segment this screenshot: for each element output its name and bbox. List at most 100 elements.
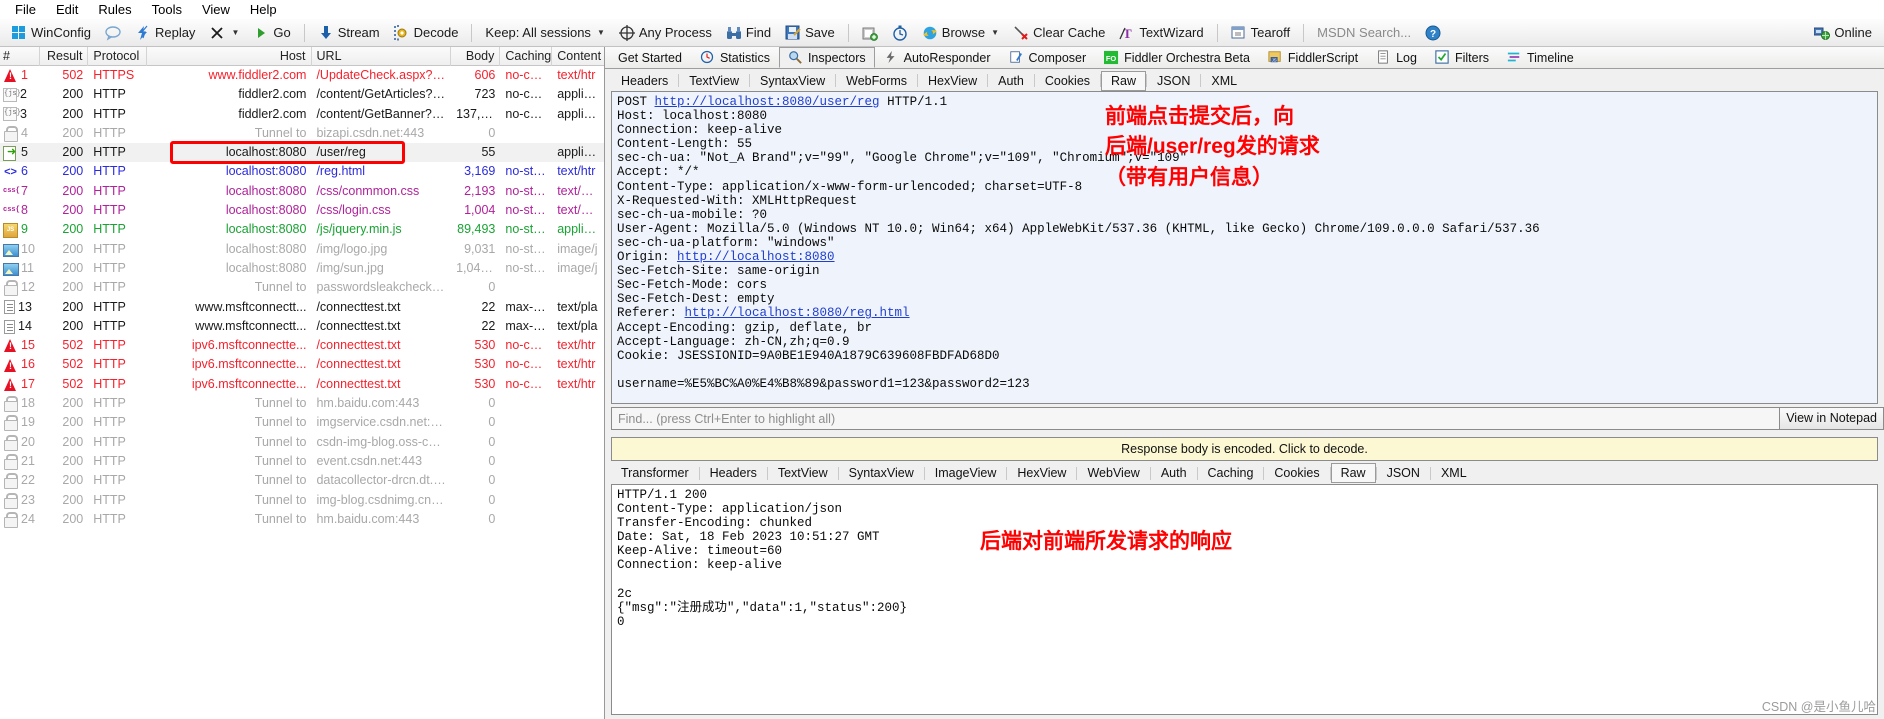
table-row[interactable]: JS 9 200 HTTP localhost:8080/js/jquery.min.j…: [0, 220, 604, 239]
menu-item-file[interactable]: File: [6, 0, 45, 19]
subtab-request_tabs-xml[interactable]: XML: [1201, 71, 1247, 91]
go-button[interactable]: Go: [247, 21, 296, 44]
table-row[interactable]: 4 200 HTTP Tunnel to bizapi.csdn.net:443 0: [0, 124, 604, 143]
table-row[interactable]: 20 200 HTTP Tunnel to csdn-img-blog.oss-cn-b…: [0, 433, 604, 452]
table-row[interactable]: 13 200 HTTP www.msftconnectt... /connecttest…: [0, 298, 604, 317]
request-url-link[interactable]: http://localhost:8080/user/reg: [655, 95, 880, 109]
subtab-request_tabs-textview[interactable]: TextView: [679, 71, 749, 91]
clear-cache-button[interactable]: Clear Cache: [1007, 21, 1111, 44]
table-row[interactable]: {js} 2 200 HTTP fiddler2.com/content/GetArti…: [0, 85, 604, 104]
column-header-number[interactable]: #: [0, 47, 40, 66]
column-header-content[interactable]: Content: [552, 47, 604, 66]
subtab-response_tabs-textview[interactable]: TextView: [768, 463, 838, 483]
subtab-response_tabs-transformer[interactable]: Transformer: [611, 463, 699, 483]
online-status-button[interactable]: Online: [1808, 21, 1878, 44]
keep-sessions-dropdown[interactable]: Keep: All sessions ▼: [479, 21, 610, 44]
msdn-search-field[interactable]: MSDN Search...: [1311, 21, 1417, 44]
tab-autoresponder[interactable]: AutoResponder: [875, 47, 1000, 68]
timer-button[interactable]: [886, 21, 914, 44]
subtab-request_tabs-headers[interactable]: Headers: [611, 71, 678, 91]
tab-fiddlerscript[interactable]: JS FiddlerScript: [1259, 47, 1367, 68]
table-row[interactable]: css{7 200 HTTP localhost:8080/css/conmmon.c…: [0, 182, 604, 201]
table-row[interactable]: <> 6 200 HTTP localhost:8080/reg.html 3,169 no…: [0, 162, 604, 181]
table-row[interactable]: 23 200 HTTP Tunnel to img-blog.csdnimg.cn:44…: [0, 491, 604, 510]
screenshot-button[interactable]: [856, 21, 884, 44]
save-button[interactable]: Save: [779, 21, 841, 44]
table-row[interactable]: 1 502 HTTPS www.fiddler2.com/UpdateCheck.as…: [0, 66, 604, 85]
browse-dropdown-caret[interactable]: ▼: [991, 28, 999, 37]
subtab-response_tabs-webview[interactable]: WebView: [1077, 463, 1149, 483]
column-header-host[interactable]: Host: [147, 47, 312, 66]
session-rows[interactable]: 1502HTTPSwww.fiddler2.com/UpdateCheck.as…: [0, 66, 604, 529]
tab-timeline[interactable]: Timeline: [1498, 47, 1583, 68]
tearoff-button[interactable]: Tearoff: [1225, 21, 1297, 44]
subtab-request_tabs-auth[interactable]: Auth: [988, 71, 1034, 91]
table-row[interactable]: 14 200 HTTP www.msftconnectt... /connecttest…: [0, 317, 604, 336]
menu-item-view[interactable]: View: [193, 0, 239, 19]
table-row[interactable]: 21 200 HTTP Tunnel to event.csdn.net:443 0: [0, 452, 604, 471]
subtab-request_tabs-hexview[interactable]: HexView: [918, 71, 987, 91]
help-button[interactable]: ?: [1419, 21, 1447, 44]
tab-log[interactable]: Log: [1367, 47, 1426, 68]
subtab-request_tabs-syntaxview[interactable]: SyntaxView: [750, 71, 835, 91]
response-encoded-notice[interactable]: Response body is encoded. Click to decod…: [611, 437, 1878, 461]
table-row[interactable]: 19 200 HTTP Tunnel to imgservice.csdn.net:44…: [0, 413, 604, 432]
request-referer-link[interactable]: http://localhost:8080/reg.html: [685, 306, 910, 320]
subtab-response_tabs-auth[interactable]: Auth: [1151, 463, 1197, 483]
subtab-response_tabs-xml[interactable]: XML: [1431, 463, 1477, 483]
inspector-main-tabs[interactable]: Get Started Statistics Inspectors AutoRespo…: [605, 47, 1884, 69]
menu-item-tools[interactable]: Tools: [143, 0, 191, 19]
table-row[interactable]: 15 502 HTTP ipv6.msftconnectte... /connectte…: [0, 336, 604, 355]
browse-button[interactable]: Browse ▼: [916, 21, 1005, 44]
subtab-response_tabs-json[interactable]: JSON: [1377, 463, 1430, 483]
response-raw-view[interactable]: HTTP/1.1 200 Content-Type: application/j…: [611, 484, 1878, 715]
column-header-caching[interactable]: Caching: [500, 47, 553, 66]
subtab-response_tabs-imageview[interactable]: ImageView: [925, 463, 1007, 483]
subtab-response_tabs-hexview[interactable]: HexView: [1007, 463, 1076, 483]
column-header-body[interactable]: Body: [451, 47, 501, 66]
remove-dropdown-caret[interactable]: ▼: [231, 28, 239, 37]
replay-button[interactable]: Replay: [129, 21, 201, 44]
response-inspector-tabs[interactable]: Transformer Headers TextView SyntaxView Imag…: [611, 462, 1878, 484]
menu-item-edit[interactable]: Edit: [47, 0, 87, 19]
subtab-response_tabs-cookies[interactable]: Cookies: [1264, 463, 1329, 483]
remove-button[interactable]: ▼: [203, 21, 245, 44]
any-process-button[interactable]: Any Process: [613, 21, 718, 44]
find-input[interactable]: [612, 408, 1877, 429]
session-list-panel[interactable]: # Result Protocol Host URL Body Caching …: [0, 47, 605, 719]
request-raw-view[interactable]: POST http://localhost:8080/user/reg HTTP…: [611, 91, 1878, 404]
table-row[interactable]: 18 200 HTTP Tunnel to hm.baidu.com:443 0: [0, 394, 604, 413]
tab-composer[interactable]: Composer: [1000, 47, 1096, 68]
menu-item-help[interactable]: Help: [241, 0, 286, 19]
subtab-request_tabs-webforms[interactable]: WebForms: [836, 71, 917, 91]
tab-statistics[interactable]: Statistics: [691, 47, 779, 68]
subtab-response_tabs-syntaxview[interactable]: SyntaxView: [839, 463, 924, 483]
tab-fiddler-orchestra-beta[interactable]: FO Fiddler Orchestra Beta: [1095, 47, 1259, 68]
table-row[interactable]: 12 200 HTTP Tunnel to passwordsleakcheck-pa.…: [0, 278, 604, 297]
tab-filters[interactable]: Filters: [1426, 47, 1498, 68]
subtab-response_tabs-headers[interactable]: Headers: [700, 463, 767, 483]
table-row[interactable]: 16 502 HTTP ipv6.msftconnectte... /connectte…: [0, 355, 604, 374]
table-row[interactable]: css{8 200 HTTP localhost:8080/css/login.css…: [0, 201, 604, 220]
comment-button[interactable]: [99, 21, 127, 44]
table-row[interactable]: 5 200 HTTP localhost:8080/user/reg 55 applica…: [0, 143, 604, 163]
request-inspector-tabs[interactable]: Headers TextView SyntaxView WebForms HexView…: [605, 69, 1884, 91]
tab-get-started[interactable]: Get Started: [609, 47, 691, 68]
view-in-notepad-button[interactable]: View in Notepad: [1779, 407, 1884, 430]
request-find-bar[interactable]: [611, 407, 1878, 430]
table-row[interactable]: 22 200 HTTP Tunnel to datacollector-drcn.dt.…: [0, 471, 604, 490]
menu-item-rules[interactable]: Rules: [89, 0, 140, 19]
winconfig-button[interactable]: WinConfig: [6, 21, 97, 44]
subtab-request_tabs-raw[interactable]: Raw: [1101, 70, 1147, 91]
column-header-result[interactable]: Result: [40, 47, 89, 66]
request-origin-link[interactable]: http://localhost:8080: [677, 250, 835, 264]
find-button[interactable]: Find: [720, 21, 777, 44]
textwizard-button[interactable]: T TextWizard: [1113, 21, 1209, 44]
column-header-url[interactable]: URL: [312, 47, 452, 66]
table-row[interactable]: 10 200 HTTP localhost:8080/img/logo.jpg 9,03…: [0, 240, 604, 259]
table-row[interactable]: {js} 3 200 HTTP fiddler2.com/content/GetBann…: [0, 105, 604, 124]
table-row[interactable]: 11 200 HTTP localhost:8080/img/sun.jpg 1,044…: [0, 259, 604, 278]
column-header-protocol[interactable]: Protocol: [88, 47, 147, 66]
decode-button[interactable]: Decode: [388, 21, 465, 44]
subtab-response_tabs-caching[interactable]: Caching: [1198, 463, 1264, 483]
